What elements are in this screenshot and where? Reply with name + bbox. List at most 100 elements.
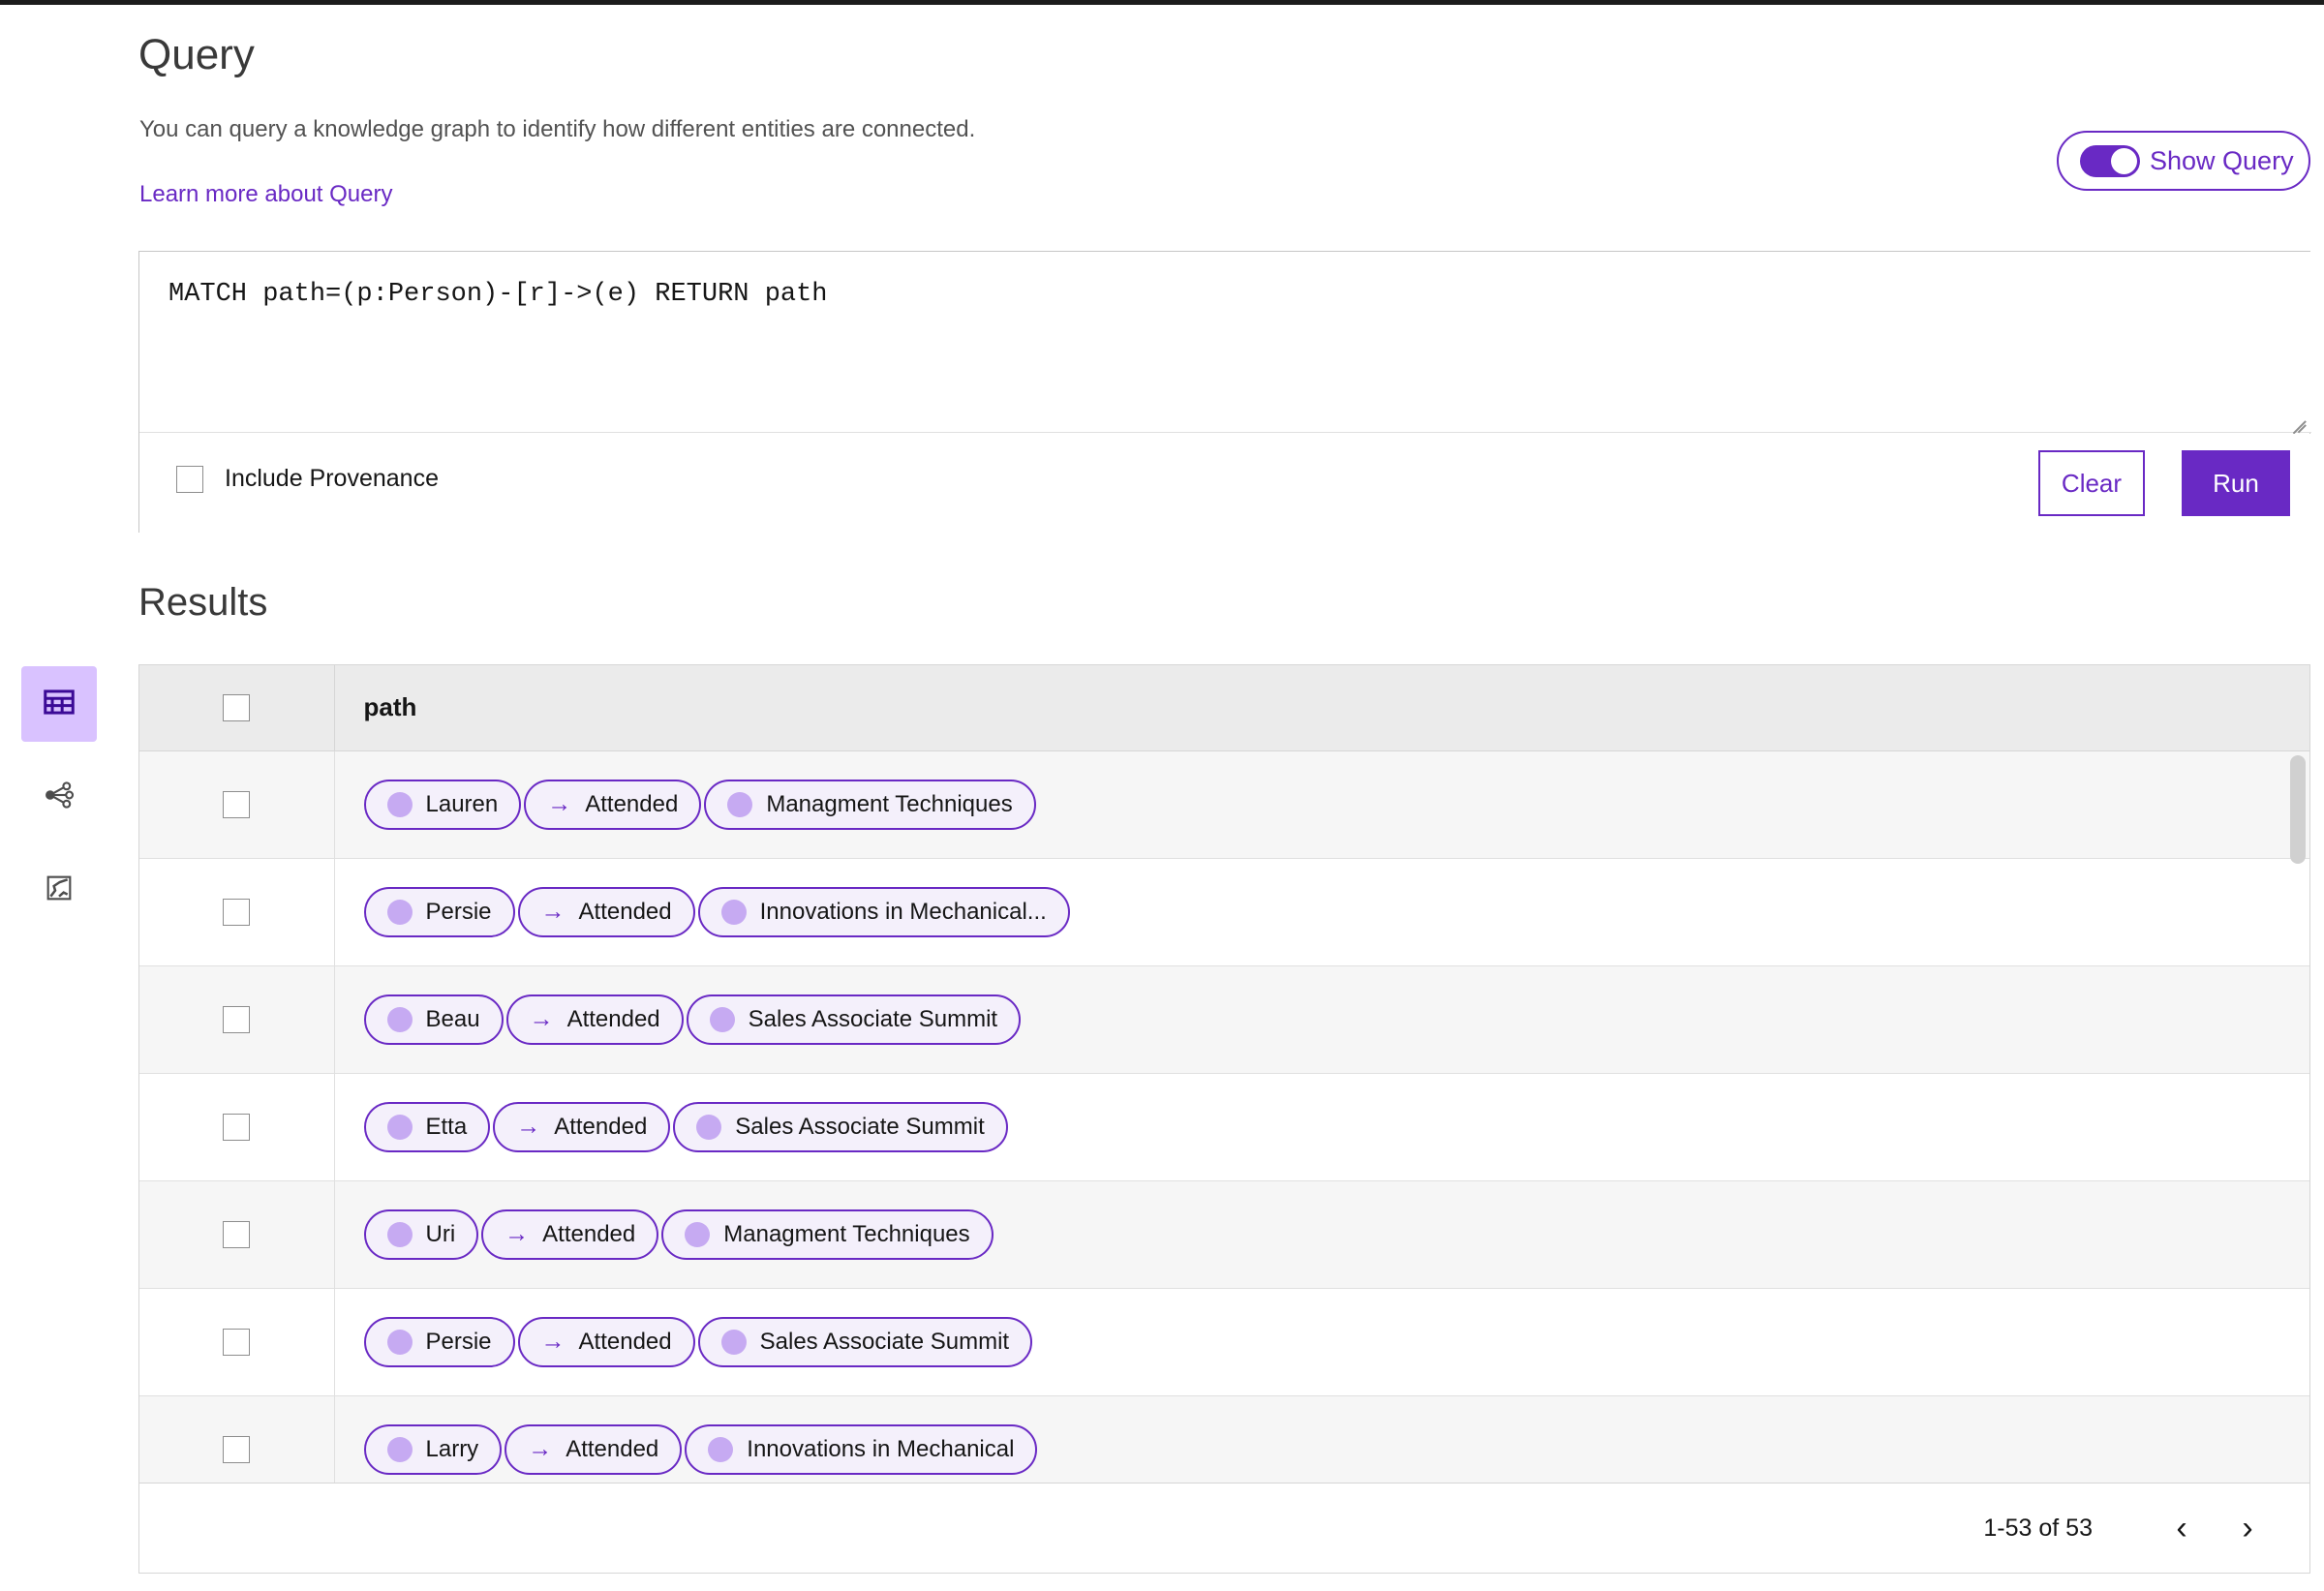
entity-chip[interactable]: Beau xyxy=(363,994,504,1045)
checkbox-box-icon[interactable] xyxy=(223,790,251,818)
select-all-checkbox[interactable] xyxy=(139,693,334,721)
checkbox-box-icon[interactable] xyxy=(223,1220,251,1248)
checkbox-box-icon[interactable] xyxy=(223,1328,251,1356)
learn-more-link[interactable]: Learn more about Query xyxy=(139,181,392,208)
chip-label: Attended xyxy=(554,1113,648,1140)
path-chip-group: Beau → Attended Sales Associate Summit xyxy=(335,994,2310,1045)
view-mode-map-button[interactable] xyxy=(21,852,97,928)
chip-label: Attended xyxy=(578,898,672,925)
checkbox-box-icon[interactable] xyxy=(223,1435,251,1463)
view-mode-table-button[interactable] xyxy=(21,666,97,742)
relationship-chip[interactable]: → Attended xyxy=(517,886,695,937)
relationship-chip[interactable]: → Attended xyxy=(505,1423,683,1475)
table-row[interactable]: Persie → Attended Innovations in Mechanical… xyxy=(139,858,2310,966)
entity-chip[interactable]: Sales Associate Summit xyxy=(686,994,1022,1045)
entity-chip[interactable]: Managment Techniques xyxy=(704,779,1036,830)
checkbox-box-icon[interactable] xyxy=(223,898,251,926)
show-query-toggle[interactable]: Show Query xyxy=(2057,131,2310,191)
query-input[interactable] xyxy=(139,252,2311,433)
chip-label: Persie xyxy=(425,1328,492,1355)
table-row[interactable]: Beau → Attended Sales Associate Summit xyxy=(139,965,2310,1074)
checkbox-box-icon[interactable] xyxy=(223,1005,251,1033)
relationship-chip[interactable]: → Attended xyxy=(493,1101,671,1152)
entity-chip[interactable]: Larry xyxy=(363,1423,503,1475)
entity-chip[interactable]: Lauren xyxy=(363,779,522,830)
arrow-right-icon: → xyxy=(540,1328,566,1355)
arrow-right-icon: → xyxy=(540,898,566,925)
row-select-cell xyxy=(139,1180,335,1289)
run-button[interactable]: Run xyxy=(2182,450,2290,516)
checkbox-box-icon[interactable] xyxy=(176,465,203,493)
node-dot-icon xyxy=(386,1221,413,1247)
table-body: Lauren → Attended Managment Techniques Persi… xyxy=(139,750,2309,1483)
entity-chip[interactable]: Persie xyxy=(363,1316,515,1367)
chip-label: Etta xyxy=(425,1113,468,1140)
chip-label: Sales Associate Summit xyxy=(759,1328,1010,1355)
chip-label: Lauren xyxy=(425,790,499,817)
relationship-chip[interactable]: → Attended xyxy=(505,994,684,1045)
table-row[interactable]: Larry → Attended Innovations in Mechanical xyxy=(139,1395,2309,1483)
column-header-path[interactable]: path xyxy=(334,665,2309,751)
entity-chip[interactable]: Sales Associate Summit xyxy=(673,1101,1008,1152)
entity-chip[interactable]: Innovations in Mechanical xyxy=(685,1423,1038,1475)
include-provenance-label: Include Provenance xyxy=(225,465,439,492)
view-mode-graph-button[interactable] xyxy=(21,759,97,835)
row-checkbox[interactable] xyxy=(139,1435,334,1463)
row-checkbox[interactable] xyxy=(139,1005,334,1033)
path-cell: Larry → Attended Innovations in Mechanical xyxy=(334,1395,2309,1483)
entity-chip[interactable]: Persie xyxy=(363,886,515,937)
table-header: path xyxy=(139,665,2309,751)
path-chip-group: Persie → Attended Innovations in Mechanical… xyxy=(335,886,2310,937)
checkbox-box-icon[interactable] xyxy=(223,1113,251,1141)
chip-label: Larry xyxy=(425,1435,479,1462)
chip-label: Attended xyxy=(566,1435,659,1462)
query-toolbar: Include Provenance Clear Run xyxy=(139,434,2311,533)
entity-chip[interactable]: Managment Techniques xyxy=(661,1209,994,1260)
row-checkbox[interactable] xyxy=(139,790,334,818)
row-checkbox[interactable] xyxy=(139,1328,334,1356)
toggle-switch[interactable] xyxy=(2080,144,2140,177)
pagination-range-label: 1-53 of 53 xyxy=(1983,1514,2093,1542)
relationship-chip[interactable]: → Attended xyxy=(524,779,702,830)
entity-chip[interactable]: Sales Associate Summit xyxy=(697,1316,1033,1367)
entity-chip[interactable]: Uri xyxy=(363,1209,479,1260)
network-icon xyxy=(43,779,76,816)
query-editor-panel: Include Provenance Clear Run xyxy=(138,251,2311,533)
map-icon xyxy=(44,872,75,908)
arrow-right-icon: → xyxy=(528,1435,553,1462)
table-row[interactable]: Lauren → Attended Managment Techniques xyxy=(139,750,2309,859)
chip-label: Attended xyxy=(566,1005,660,1032)
relationship-chip[interactable]: → Attended xyxy=(481,1209,659,1260)
show-query-label: Show Query xyxy=(2150,145,2294,175)
pagination-prev-button[interactable]: ‹ xyxy=(2149,1495,2215,1561)
node-dot-icon xyxy=(727,791,753,817)
row-select-cell xyxy=(139,1395,335,1483)
page-title: Query xyxy=(138,31,255,78)
table-row[interactable]: Etta → Attended Sales Associate Summit xyxy=(139,1073,2309,1181)
row-checkbox[interactable] xyxy=(139,1220,334,1248)
table-scrollbar[interactable] xyxy=(2290,751,2306,1483)
chip-label: Innovations in Mechanical xyxy=(747,1435,1015,1462)
include-provenance-checkbox[interactable]: Include Provenance xyxy=(176,465,439,493)
clear-button[interactable]: Clear xyxy=(2038,450,2145,516)
node-dot-icon xyxy=(386,1006,413,1032)
view-mode-rail xyxy=(21,666,97,945)
entity-chip[interactable]: Etta xyxy=(363,1101,491,1152)
row-select-cell xyxy=(139,1288,335,1396)
entity-chip[interactable]: Innovations in Mechanical... xyxy=(697,886,1070,937)
chip-label: Managment Techniques xyxy=(723,1220,970,1247)
node-dot-icon xyxy=(386,899,413,925)
chip-label: Beau xyxy=(425,1005,480,1032)
pagination-next-button[interactable]: › xyxy=(2215,1495,2280,1561)
path-chip-group: Uri → Attended Managment Techniques xyxy=(335,1209,2310,1260)
results-title: Results xyxy=(138,581,268,624)
row-checkbox[interactable] xyxy=(139,898,334,926)
row-select-cell xyxy=(139,750,335,859)
row-checkbox[interactable] xyxy=(139,1113,334,1141)
table-row[interactable]: Uri → Attended Managment Techniques xyxy=(139,1180,2310,1289)
node-dot-icon xyxy=(708,1436,734,1462)
checkbox-box-icon[interactable] xyxy=(223,693,251,721)
table-scrollbar-thumb[interactable] xyxy=(2290,755,2306,864)
table-row[interactable]: Persie → Attended Sales Associate Summit xyxy=(139,1288,2309,1396)
relationship-chip[interactable]: → Attended xyxy=(517,1316,695,1367)
